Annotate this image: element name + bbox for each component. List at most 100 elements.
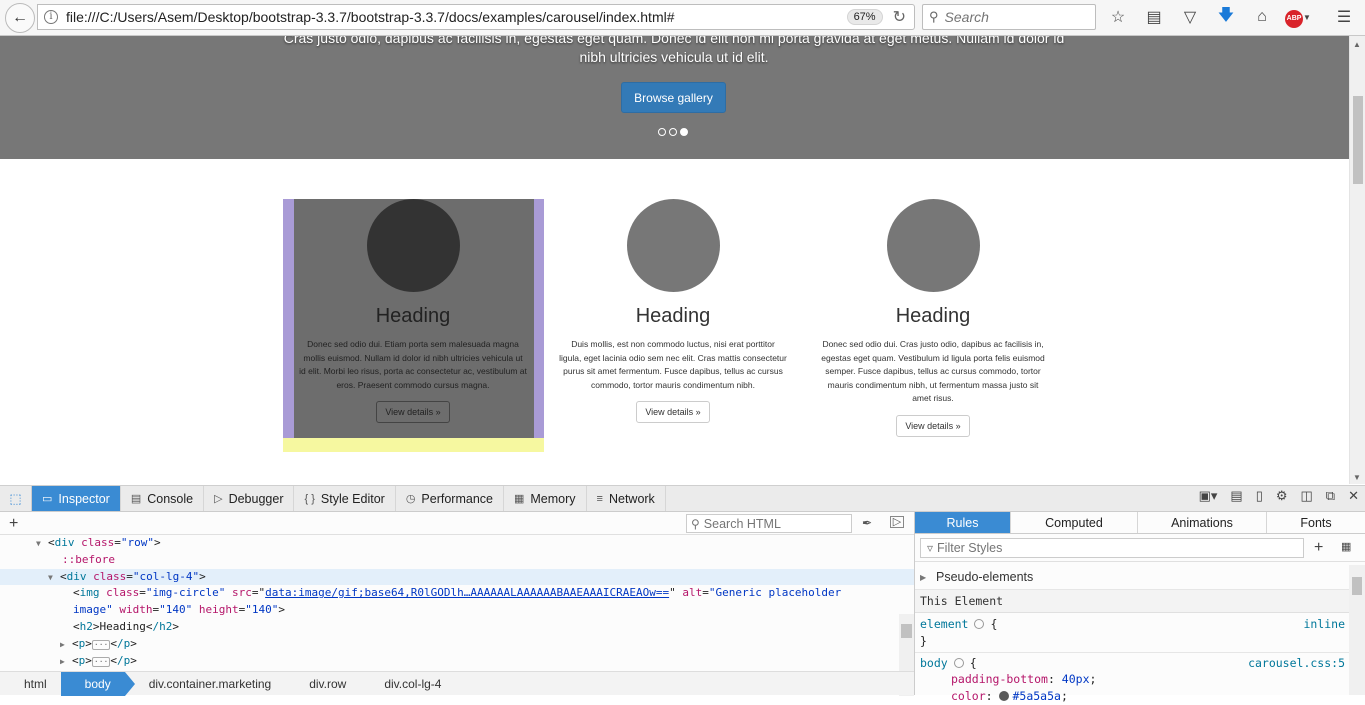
rule-source[interactable]: carousel.css:5: [1248, 655, 1345, 672]
collapse-arrow-icon[interactable]: ▼: [48, 570, 60, 587]
markup-line[interactable]: ▶ <p> ··· </p>: [0, 653, 914, 670]
downloads-icon[interactable]: 🡇: [1208, 4, 1244, 31]
search-input[interactable]: [944, 9, 1075, 25]
pocket-icon[interactable]: ▽: [1172, 7, 1208, 27]
markup-line[interactable]: ▶ <p> ··· </p>: [0, 636, 914, 653]
property-name[interactable]: padding-bottom: [951, 672, 1048, 686]
tab-performance[interactable]: ◷ Performance: [396, 486, 504, 511]
home-icon[interactable]: ⌂: [1244, 8, 1280, 26]
pseudo-elements-toggle[interactable]: ▶ Pseudo-elements: [915, 565, 1365, 590]
rule-header[interactable]: element { inline: [915, 616, 1365, 633]
tab-inspector[interactable]: ▭ Inspector: [32, 486, 121, 511]
eyedropper-icon[interactable]: ✒: [862, 516, 872, 530]
url-text[interactable]: file:///C:/Users/Asem/Desktop/bootstrap-…: [66, 9, 847, 25]
markup-line[interactable]: ::before: [0, 552, 914, 569]
reading-list-icon[interactable]: ▤: [1136, 7, 1172, 27]
tab-style-editor[interactable]: { } Style Editor: [294, 486, 396, 511]
breadcrumb-html[interactable]: html: [0, 672, 61, 696]
rule-header[interactable]: body { carousel.css:5: [915, 652, 1365, 671]
site-info-icon[interactable]: i: [44, 10, 58, 24]
scroll-up-icon[interactable]: ▲: [1353, 40, 1361, 49]
view-details-button[interactable]: View details »: [376, 401, 450, 423]
tab-fonts[interactable]: Fonts: [1267, 512, 1365, 533]
rule-options-icon[interactable]: [953, 658, 964, 668]
view-details-button[interactable]: View details »: [636, 401, 710, 423]
collapse-arrow-icon[interactable]: ▼: [36, 536, 48, 553]
back-arrow-icon: ←: [12, 8, 28, 26]
frames-icon[interactable]: ▣▾: [1199, 488, 1218, 504]
rule-declaration[interactable]: padding-bottom: 40px;: [915, 671, 1365, 688]
bookmark-star-icon[interactable]: ☆: [1100, 7, 1136, 27]
toggle-pseudo-classes-icon[interactable]: ▦: [1341, 540, 1351, 553]
back-button[interactable]: ←: [5, 2, 35, 33]
scrollbar-thumb[interactable]: [1353, 96, 1363, 184]
tab-console[interactable]: ▤ Console: [121, 486, 205, 511]
attr-name: class: [106, 586, 140, 600]
add-node-icon[interactable]: +: [9, 515, 18, 533]
property-name[interactable]: color: [951, 689, 986, 703]
toggle-sidebar-icon[interactable]: ▷: [890, 516, 904, 528]
rule-declaration[interactable]: color: #5a5a5a;: [915, 688, 1365, 705]
scrollbar-thumb[interactable]: [901, 624, 912, 638]
rules-scrollbar[interactable]: [1349, 565, 1365, 695]
dock-side-icon[interactable]: ◫: [1301, 488, 1313, 504]
breadcrumb-body[interactable]: body: [60, 671, 135, 696]
tab-memory[interactable]: ▦ Memory: [504, 486, 587, 511]
breadcrumb-row[interactable]: div.row: [285, 672, 360, 696]
expand-arrow-icon[interactable]: ▶: [60, 654, 72, 671]
tab-network[interactable]: ≡ Network: [587, 486, 666, 511]
settings-gear-icon[interactable]: ⚙: [1276, 488, 1288, 504]
scrollbar-thumb[interactable]: [1352, 577, 1362, 595]
adblock-icon[interactable]: ABP ▼: [1280, 7, 1316, 28]
expand-arrow-icon[interactable]: ▶: [920, 573, 932, 582]
breadcrumb-container[interactable]: div.container.marketing: [125, 672, 286, 696]
attr-name: class: [81, 536, 115, 549]
markup-line[interactable]: <h2>Heading</h2>: [0, 619, 914, 636]
attr-value: "row": [120, 536, 154, 549]
property-value[interactable]: #5a5a5a: [1012, 689, 1060, 703]
search-bar[interactable]: ⚲: [922, 4, 1096, 30]
tab-animations[interactable]: Animations: [1138, 512, 1267, 533]
markup-line[interactable]: <img class="img-circle" src="data:image/…: [0, 585, 914, 602]
markup-line-selected[interactable]: ▼ <div class="col-lg-4">: [0, 568, 914, 587]
search-html-input[interactable]: [703, 516, 844, 531]
scroll-down-icon[interactable]: ▼: [1353, 473, 1361, 482]
filter-styles-input[interactable]: [937, 541, 1278, 555]
expand-arrow-icon[interactable]: ▶: [60, 637, 72, 654]
view-details-button[interactable]: View details »: [896, 414, 970, 437]
zoom-indicator[interactable]: 67%: [846, 9, 883, 25]
page-scrollbar[interactable]: ▲ ▼: [1349, 36, 1365, 484]
tab-computed[interactable]: Computed: [1011, 512, 1138, 533]
reload-icon[interactable]: ↻: [893, 7, 906, 27]
url-bar[interactable]: i file:///C:/Users/Asem/Desktop/bootstra…: [37, 4, 915, 30]
search-icon: ⚲: [929, 9, 939, 24]
element-picker-icon[interactable]: ⬚: [0, 486, 32, 511]
filter-styles-box[interactable]: ▿: [920, 538, 1304, 558]
add-rule-icon[interactable]: +: [1314, 539, 1323, 557]
responsive-mode-icon[interactable]: ▯: [1256, 488, 1263, 504]
property-value[interactable]: 40px: [1062, 672, 1090, 686]
breadcrumb-col[interactable]: div.col-lg-4: [360, 672, 455, 696]
search-icon: ⚲: [691, 516, 700, 531]
src-link[interactable]: data:image/gif;base64,R0lGODlh…AAAAAALAA…: [265, 586, 669, 599]
rule-source[interactable]: inline: [1303, 616, 1345, 633]
carousel-indicator-active[interactable]: [680, 128, 688, 136]
markup-line[interactable]: ▼ <div class="row">: [0, 535, 914, 552]
tag-name: p: [78, 653, 86, 667]
markup-line[interactable]: image" width="140" height="140">: [0, 602, 914, 619]
color-swatch[interactable]: [999, 691, 1010, 701]
tab-rules[interactable]: Rules: [915, 512, 1011, 533]
carousel-indicator[interactable]: [669, 128, 677, 136]
menu-icon[interactable]: ☰: [1326, 7, 1362, 27]
search-html-box[interactable]: ⚲: [686, 514, 852, 533]
pseudo-elements-label: Pseudo-elements: [936, 570, 1034, 584]
separate-window-icon[interactable]: ⧉: [1326, 488, 1335, 504]
tab-debugger[interactable]: ▷ Debugger: [204, 486, 295, 511]
ellipsis-icon[interactable]: ···: [91, 656, 111, 667]
carousel-indicator[interactable]: [658, 128, 666, 136]
close-icon[interactable]: ✕: [1348, 488, 1359, 504]
ellipsis-icon[interactable]: ···: [91, 639, 111, 650]
browse-gallery-button[interactable]: Browse gallery: [621, 82, 726, 113]
rule-options-icon[interactable]: [974, 619, 985, 629]
split-console-icon[interactable]: ▤: [1230, 488, 1242, 504]
